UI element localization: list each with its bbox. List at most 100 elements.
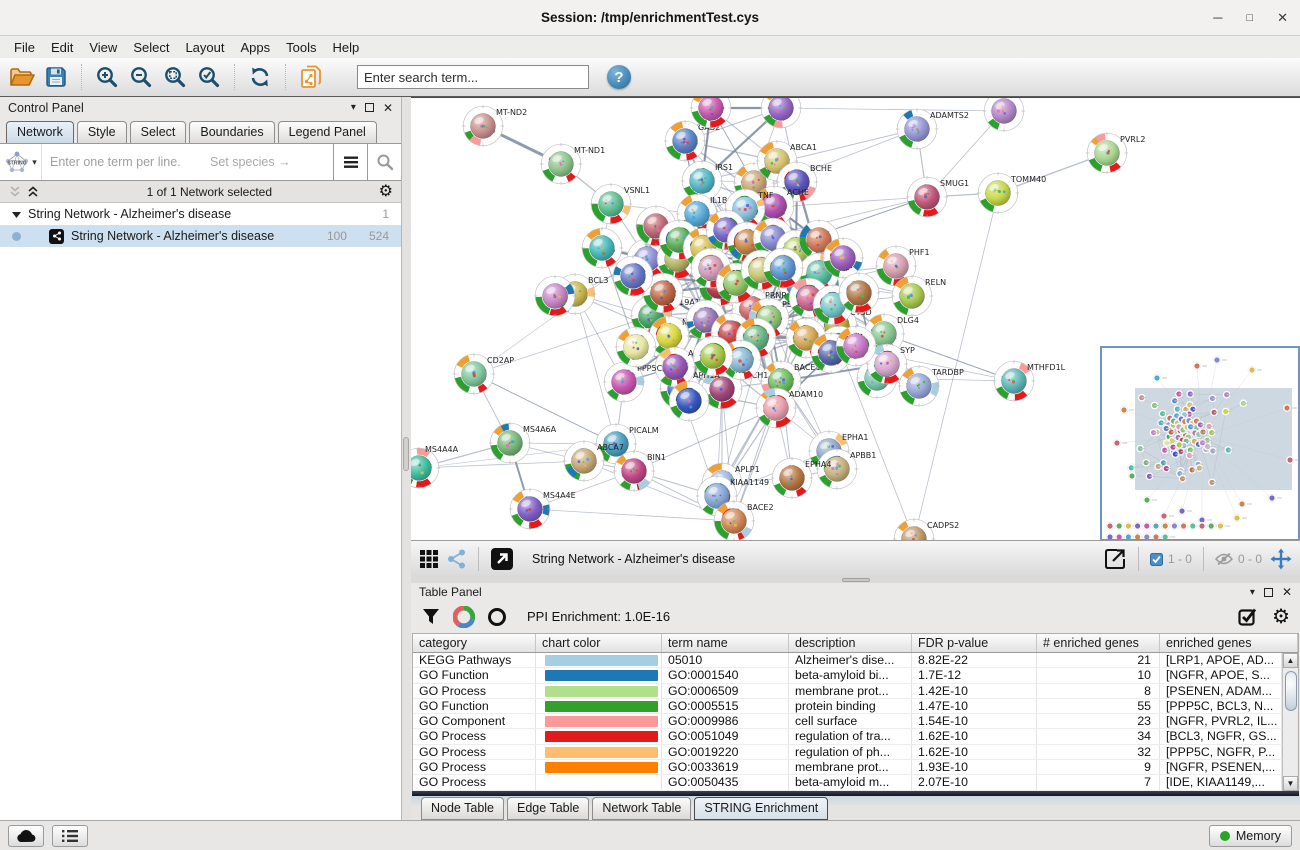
- panel-menu-icon[interactable]: ▾: [351, 102, 356, 113]
- open-file-button[interactable]: [8, 63, 36, 91]
- zoom-selected-button[interactable]: [195, 63, 223, 91]
- table-scrollbar[interactable]: ▲ ▼: [1282, 653, 1298, 791]
- search-input[interactable]: [357, 65, 589, 89]
- string-logo-button[interactable]: STRING ▾: [0, 144, 42, 180]
- network-row[interactable]: String Network - Alzheimer's disease 100…: [0, 225, 401, 247]
- collapse-all-icon[interactable]: [8, 186, 22, 198]
- column-header-description[interactable]: description: [789, 634, 912, 652]
- automation-button[interactable]: [8, 825, 44, 847]
- memory-button[interactable]: Memory: [1209, 825, 1292, 847]
- vertical-splitter[interactable]: [402, 97, 411, 820]
- network-node[interactable]: CADPS2: [893, 518, 959, 540]
- menu-file[interactable]: File: [6, 38, 43, 57]
- horizontal-splitter[interactable]: [411, 577, 1300, 583]
- column-header-chart-color[interactable]: chart color: [536, 634, 662, 652]
- gear-icon[interactable]: ⚙: [1272, 607, 1290, 627]
- table-row[interactable]: GO ProcessGO:0051049regulation of tra...…: [413, 729, 1282, 744]
- help-button[interactable]: ?: [607, 65, 631, 89]
- menu-layout[interactable]: Layout: [177, 38, 232, 57]
- table-row[interactable]: GO ProcessGO:0019220regulation of ph...1…: [413, 745, 1282, 760]
- network-node[interactable]: MT-ND2: [462, 105, 527, 147]
- zoom-out-button[interactable]: [127, 63, 155, 91]
- network-node[interactable]: BIN1: [613, 450, 666, 492]
- network-node[interactable]: ADAMTS2: [896, 108, 969, 150]
- network-node[interactable]: ADAM10: [755, 387, 823, 429]
- column-header-term-name[interactable]: term name: [662, 634, 789, 652]
- select-columns-icon[interactable]: [1238, 607, 1258, 627]
- table-row[interactable]: GO ProcessGO:0050435beta-amyloid m...2.0…: [413, 775, 1282, 790]
- tab-network[interactable]: Network: [6, 121, 74, 143]
- close-panel-icon[interactable]: ✕: [1282, 585, 1292, 599]
- table-row[interactable]: GO FunctionGO:0005515protein binding1.47…: [413, 699, 1282, 714]
- scrollbar-thumb[interactable]: [1285, 671, 1297, 711]
- table-row[interactable]: GO FunctionGO:0001540beta-amyloid bi...1…: [413, 668, 1282, 683]
- eye-slash-icon[interactable]: [1215, 552, 1233, 566]
- scroll-up-button[interactable]: ▲: [1283, 653, 1298, 668]
- network-node[interactable]: RELN: [891, 275, 946, 317]
- close-panel-icon[interactable]: ✕: [383, 101, 393, 115]
- fit-content-icon[interactable]: [490, 547, 514, 571]
- network-node[interactable]: TARDBP: [898, 365, 964, 407]
- close-button[interactable]: ✕: [1277, 10, 1288, 26]
- zoom-in-button[interactable]: [93, 63, 121, 91]
- menu-apps[interactable]: Apps: [233, 38, 279, 57]
- gear-icon[interactable]: ⚙: [379, 184, 393, 200]
- splitter-grip[interactable]: [403, 437, 409, 471]
- network-node[interactable]: PVRL2: [1086, 132, 1145, 174]
- column-header-category[interactable]: category: [413, 634, 536, 652]
- tab-string-enrichment[interactable]: STRING Enrichment: [694, 797, 828, 820]
- navigator-icon[interactable]: [1270, 548, 1292, 570]
- export-view-icon[interactable]: [1103, 547, 1127, 571]
- panel-menu-icon[interactable]: ▾: [1250, 587, 1255, 598]
- network-node[interactable]: [760, 98, 802, 129]
- tab-boundaries[interactable]: Boundaries: [189, 121, 274, 143]
- birds-eye-view[interactable]: [1100, 346, 1300, 540]
- checkbox-icon[interactable]: [1150, 553, 1163, 566]
- network-node[interactable]: BACE2: [713, 500, 774, 540]
- filter-icon[interactable]: [421, 607, 441, 627]
- float-panel-icon[interactable]: [365, 103, 374, 112]
- menu-select[interactable]: Select: [125, 38, 177, 57]
- table-row[interactable]: GO ProcessGO:0033619membrane prot...1.93…: [413, 760, 1282, 775]
- ring-chart-icon[interactable]: [487, 607, 507, 627]
- column-header-enriched-genes[interactable]: enriched genes: [1160, 634, 1298, 652]
- menu-help[interactable]: Help: [325, 38, 368, 57]
- tab-network-table[interactable]: Network Table: [592, 797, 691, 820]
- network-node[interactable]: MS4A4E: [509, 488, 576, 530]
- tab-node-table[interactable]: Node Table: [421, 797, 504, 820]
- network-node[interactable]: CD2AP: [453, 353, 514, 395]
- zoom-fit-button[interactable]: [161, 63, 189, 91]
- string-search-button[interactable]: [367, 144, 401, 180]
- grid-view-icon[interactable]: [419, 549, 439, 569]
- expand-all-icon[interactable]: [26, 186, 40, 198]
- tab-style[interactable]: Style: [77, 121, 127, 143]
- network-node[interactable]: MTHFD1L: [993, 360, 1066, 402]
- minimize-button[interactable]: ─: [1213, 10, 1222, 25]
- string-options-button[interactable]: [333, 144, 367, 180]
- save-button[interactable]: [42, 63, 70, 91]
- network-collection-row[interactable]: String Network - Alzheimer's disease 1: [0, 203, 401, 225]
- tab-edge-table[interactable]: Edge Table: [507, 797, 589, 820]
- network-node[interactable]: [581, 227, 623, 269]
- column-header-FDR-p-value[interactable]: FDR p-value: [912, 634, 1037, 652]
- maximize-button[interactable]: □: [1246, 12, 1253, 24]
- task-history-button[interactable]: [52, 825, 88, 847]
- scroll-down-button[interactable]: ▼: [1283, 776, 1298, 791]
- string-query-input[interactable]: [42, 155, 333, 169]
- network-node[interactable]: MT-ND1: [540, 143, 605, 185]
- tab-legend-panel[interactable]: Legend Panel: [278, 121, 377, 143]
- tab-select[interactable]: Select: [130, 121, 187, 143]
- network-node[interactable]: PPP5C: [603, 361, 663, 403]
- column-header--enriched-genes[interactable]: # enriched genes: [1037, 634, 1160, 652]
- export-network-button[interactable]: [297, 63, 325, 91]
- network-node[interactable]: APBB1: [816, 448, 876, 490]
- tree-expand-icon[interactable]: [12, 211, 21, 218]
- refresh-button[interactable]: [246, 63, 274, 91]
- float-panel-icon[interactable]: [1264, 588, 1273, 597]
- chart-color-icon[interactable]: [453, 606, 475, 628]
- table-row[interactable]: GO ProcessGO:0006509membrane prot...1.42…: [413, 684, 1282, 699]
- network-canvas[interactable]: MT-ND2MT-ND1VSNL1GAB2ADAMTS2PVRL2SMUG1TO…: [411, 97, 1300, 540]
- menu-view[interactable]: View: [81, 38, 125, 57]
- menu-tools[interactable]: Tools: [278, 38, 324, 57]
- menu-edit[interactable]: Edit: [43, 38, 81, 57]
